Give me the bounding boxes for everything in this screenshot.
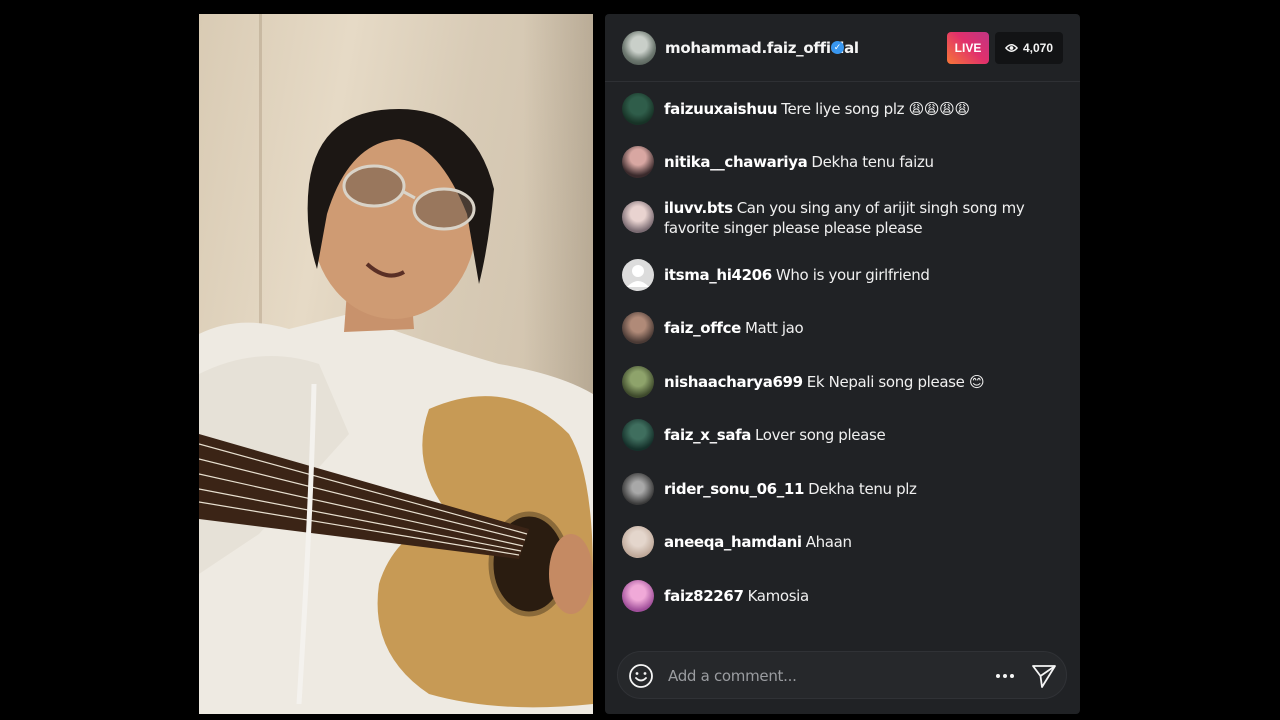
comment-username[interactable]: iluvv.bts xyxy=(664,199,733,217)
comment-text: Matt jao xyxy=(744,319,804,337)
comment-text: Kamosia xyxy=(747,587,810,605)
commenter-avatar[interactable] xyxy=(622,146,654,178)
comment-username[interactable]: faiz_x_safa xyxy=(664,426,751,444)
default-avatar-icon[interactable] xyxy=(622,259,654,291)
viewer-count: 4,070 xyxy=(1022,41,1054,55)
host-avatar[interactable] xyxy=(622,31,656,65)
commenter-avatar[interactable] xyxy=(622,580,654,612)
comment-composer xyxy=(617,651,1067,699)
commenter-avatar[interactable] xyxy=(622,526,654,558)
verified-badge-icon: ✓ xyxy=(831,41,844,54)
comment-text: Tere liye song plz 😩😩😩😩 xyxy=(781,100,970,118)
viewer-count-badge[interactable]: 4,070 xyxy=(995,32,1063,64)
live-video-feed[interactable] xyxy=(199,14,593,714)
comment-username[interactable]: rider_sonu_06_11 xyxy=(664,480,804,498)
send-icon[interactable] xyxy=(1031,663,1057,689)
comment-username[interactable]: faizuuxaishuu xyxy=(664,100,778,118)
commenter-avatar[interactable] xyxy=(622,93,654,125)
comment-text: Dekha tenu faizu xyxy=(811,153,934,171)
comment-username[interactable]: faiz82267 xyxy=(664,587,744,605)
comment-text: Dekha tenu plz xyxy=(808,480,917,498)
comment-text: Lover song please xyxy=(755,426,886,444)
commenter-avatar[interactable] xyxy=(622,419,654,451)
host-username[interactable]: mohammad.faiz_official xyxy=(665,39,859,57)
comment-text: Ahaan xyxy=(805,533,852,551)
comment-text: Who is your girlfriend xyxy=(775,266,930,284)
commenter-avatar[interactable] xyxy=(622,366,654,398)
comment-input[interactable] xyxy=(668,664,968,688)
comment-username[interactable]: faiz_offce xyxy=(664,319,741,337)
comment-username[interactable]: nitika__chawariya xyxy=(664,153,808,171)
commenter-avatar[interactable] xyxy=(622,201,654,233)
comment-text: Ek Nepali song please 😊 xyxy=(806,373,985,391)
commenter-avatar[interactable] xyxy=(622,473,654,505)
live-header: mohammad.faiz_official ✓ LIVE 4,070 xyxy=(605,14,1080,82)
comment-username[interactable]: nishaacharya699 xyxy=(664,373,803,391)
comment-username[interactable]: itsma_hi4206 xyxy=(664,266,772,284)
live-badge: LIVE xyxy=(947,32,989,64)
emoji-icon[interactable] xyxy=(628,663,654,689)
commenter-avatar[interactable] xyxy=(622,312,654,344)
performer-illustration xyxy=(199,109,593,714)
more-options-icon[interactable] xyxy=(994,666,1016,686)
eye-icon xyxy=(1004,44,1018,52)
live-chat-panel: mohammad.faiz_official ✓ LIVE 4,070 faiz… xyxy=(605,14,1080,714)
comment-username[interactable]: aneeqa_hamdani xyxy=(664,533,802,551)
